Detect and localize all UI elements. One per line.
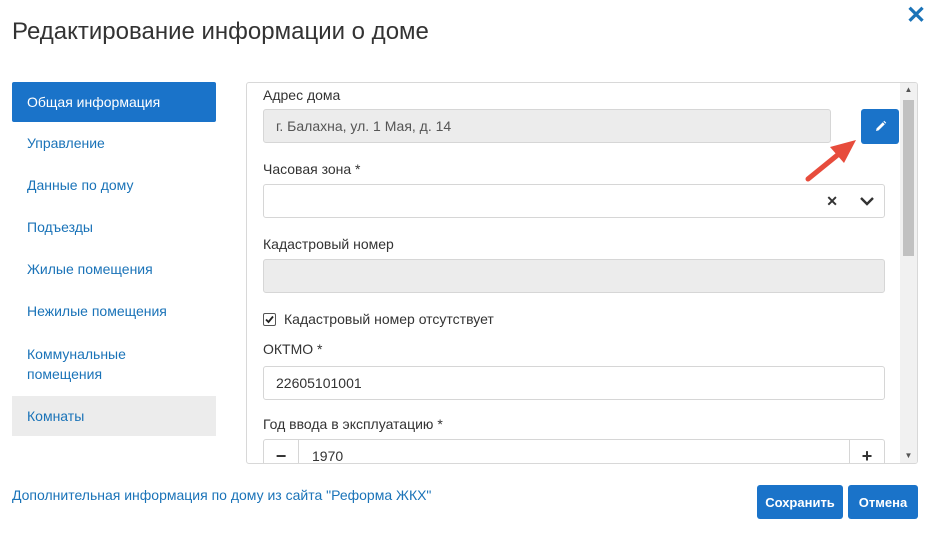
sidebar-item-general-info[interactable]: Общая информация: [12, 82, 216, 122]
minus-icon[interactable]: −: [264, 440, 299, 463]
address-label: Адрес дома: [263, 87, 341, 103]
chevron-down-icon[interactable]: [860, 186, 874, 227]
sidebar-item-rooms[interactable]: Комнаты: [12, 396, 216, 436]
plus-icon[interactable]: +: [849, 440, 884, 463]
cancel-button[interactable]: Отмена: [848, 485, 918, 519]
scroll-up-icon[interactable]: ▲: [900, 83, 917, 97]
sidebar-item-label: Общая информация: [27, 94, 161, 110]
sidebar-item-label: Жилые помещения: [27, 261, 153, 277]
scroll-down-icon[interactable]: ▼: [900, 449, 917, 463]
pencil-icon: [875, 120, 886, 131]
save-button[interactable]: Сохранить: [757, 485, 843, 519]
dialog-title: Редактирование информации о доме: [12, 18, 429, 45]
clear-icon[interactable]: ✕: [826, 185, 838, 217]
cadastral-label: Кадастровый номер: [263, 236, 394, 252]
timezone-select[interactable]: ✕: [263, 184, 885, 218]
sidebar-item-label: Коммунальные помещения: [27, 346, 126, 382]
cadastral-field: [263, 259, 885, 293]
sidebar-item-entrances[interactable]: Подъезды: [12, 206, 216, 248]
address-field: г. Балахна, ул. 1 Мая, д. 14: [263, 109, 831, 143]
sidebar-item-label: Нежилые помещения: [27, 303, 167, 319]
sidebar-item-label: Управление: [27, 135, 105, 151]
year-value[interactable]: 1970: [312, 440, 343, 463]
sidebar-item-non-residential[interactable]: Нежилые помещения: [12, 290, 216, 332]
sidebar-item-communal[interactable]: Коммунальные помещения: [12, 332, 216, 396]
scrollbar[interactable]: ▲ ▼: [900, 83, 917, 463]
edit-address-button[interactable]: [861, 109, 899, 144]
checkmark-icon: [265, 315, 274, 324]
sidebar-item-label: Данные по дому: [27, 177, 134, 193]
oktmo-label: ОКТМО *: [263, 341, 323, 357]
oktmo-input[interactable]: 22605101001: [263, 366, 885, 400]
sidebar-item-label: Подъезды: [27, 219, 93, 235]
annotation-arrow-icon: [805, 140, 856, 182]
close-icon[interactable]: ✕: [905, 4, 927, 28]
cadastral-missing-checkbox[interactable]: [263, 313, 276, 326]
year-label: Год ввода в эксплуатацию *: [263, 416, 443, 432]
scroll-thumb[interactable]: [903, 100, 914, 256]
reform-zhkh-link[interactable]: Дополнительная информация по дому из сай…: [12, 487, 431, 503]
year-stepper: − 1970 +: [263, 439, 885, 463]
sidebar-item-residential[interactable]: Жилые помещения: [12, 248, 216, 290]
sidebar-item-label: Комнаты: [27, 408, 85, 424]
sidebar: Общая информация Управление Данные по до…: [12, 82, 216, 436]
cadastral-missing-label: Кадастровый номер отсутствует: [284, 311, 494, 327]
sidebar-item-management[interactable]: Управление: [12, 122, 216, 164]
sidebar-item-house-data[interactable]: Данные по дому: [12, 164, 216, 206]
timezone-label: Часовая зона *: [263, 161, 361, 177]
